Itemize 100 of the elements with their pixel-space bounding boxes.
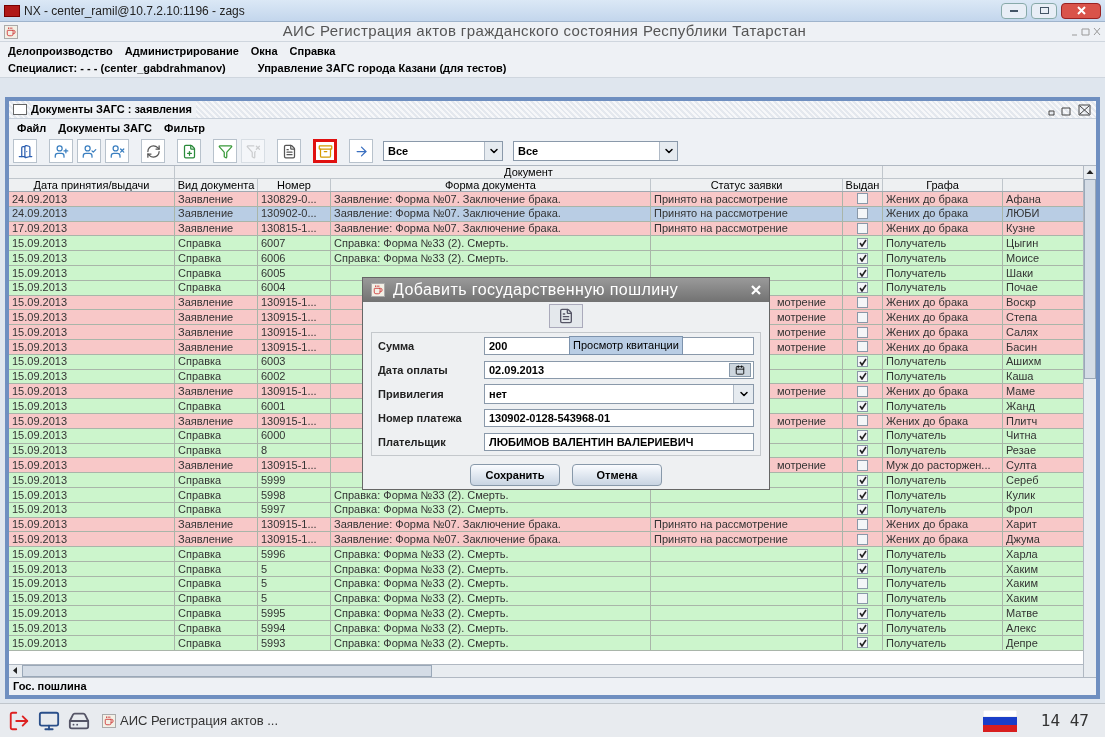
table-cell: Получатель: [883, 591, 1003, 606]
table-cell: Заявление: [175, 325, 258, 339]
table-cell: Принято на рассмотрение: [651, 532, 843, 547]
table-cell: Справка: [175, 428, 258, 443]
table-cell: Жених до брака: [883, 206, 1003, 221]
table-cell: 15.09.2013: [9, 591, 175, 606]
table-cell-text: ЛЮБИ: [1005, 206, 1041, 221]
table-cell: 15.09.2013: [9, 428, 175, 443]
table-cell: 6002: [258, 369, 331, 384]
table-cell: Жених до брака: [883, 295, 1003, 310]
table-cell-text: Маме: [1005, 384, 1037, 399]
table-cell: 24.09.2013: [9, 192, 175, 206]
table-cell: Получатель: [883, 266, 1003, 280]
table-cell: Получатель: [883, 547, 1003, 561]
table-cell: 130915-1...: [258, 532, 331, 547]
table-cell: Заявление: Форма №07. Заключение брака.: [331, 192, 651, 206]
field-label: Дата оплаты: [378, 362, 449, 378]
table-cell: Заявление: [175, 517, 258, 532]
table-cell: Муж до расторжен...: [883, 458, 1003, 473]
app-title: АИС Регистрация актов гражданского состояния Республики Татарстан: [281, 21, 808, 42]
table-cell: Справка: [175, 280, 258, 295]
table-cell: 15.09.2013: [9, 266, 175, 280]
table-cell: Справка: [175, 473, 258, 487]
table-cell: 130915-1...: [258, 384, 331, 399]
table-cell: Получатель: [883, 443, 1003, 458]
table-cell: Принято на рассмотрение: [651, 206, 843, 221]
table-cell: Заявление: Форма №07. Заключение брака.: [331, 532, 651, 547]
table-cell-text: Хаким: [1005, 591, 1039, 606]
table-cell: 15.09.2013: [9, 606, 175, 621]
table-cell-text: Алекс: [1005, 621, 1038, 635]
table-cell-text: Джума: [1005, 532, 1041, 547]
table-cell: 6003: [258, 354, 331, 369]
table-cell-text: Харла: [1005, 547, 1039, 561]
table-cell: 5998: [258, 487, 331, 502]
table-cell: Принято на рассмотрение: [651, 517, 843, 532]
table-cell: Справка: Форма №33 (2). Смерть.: [331, 251, 651, 265]
table-cell-text: Афана: [1005, 192, 1042, 206]
table-cell: 6007: [258, 236, 331, 251]
table-cell: Заявление: Форма №07. Заключение брака.: [331, 206, 651, 221]
table-cell: Жених до брака: [883, 532, 1003, 547]
table-cell: Справка: [175, 606, 258, 621]
table-cell: 6001: [258, 399, 331, 413]
table-cell: Справка: [175, 399, 258, 413]
column-group-header: Документ: [175, 166, 883, 178]
table-cell: Заявление: [175, 206, 258, 221]
table-cell: 6005: [258, 266, 331, 280]
table-cell: Получатель: [883, 621, 1003, 635]
table-cell: 15.09.2013: [9, 354, 175, 369]
table-cell: 6000: [258, 428, 331, 443]
table-cell: 15.09.2013: [9, 487, 175, 502]
table-cell: 15.09.2013: [9, 295, 175, 310]
table-cell: 15.09.2013: [9, 339, 175, 354]
table-cell: Заявление: [175, 339, 258, 354]
field-label: Номер платежа: [378, 410, 463, 426]
table-cell: Справка: Форма №33 (2). Смерть.: [331, 621, 651, 635]
table-cell: 130915-1...: [258, 295, 331, 310]
table-cell: Жених до брака: [883, 192, 1003, 206]
table-cell-text: Кулик: [1005, 487, 1037, 502]
table-cell: Справка: [175, 236, 258, 251]
table-cell: 130915-1...: [258, 325, 331, 339]
table-cell-text: Цыгин: [1005, 236, 1040, 251]
table-cell: Жених до брака: [883, 310, 1003, 325]
table-cell: Справка: [175, 591, 258, 606]
table-cell: 8: [258, 443, 331, 458]
table-cell: Получатель: [883, 369, 1003, 384]
table-cell: 15.09.2013: [9, 251, 175, 265]
table-cell: Жених до брака: [883, 384, 1003, 399]
frame-title: Документы ЗАГС : заявления: [31, 101, 196, 118]
table-cell: 5999: [258, 473, 331, 487]
table-cell: 15.09.2013: [9, 369, 175, 384]
table-cell: 130815-1...: [258, 221, 331, 236]
table-cell: Заявление: [175, 384, 258, 399]
table-cell: Справка: [175, 443, 258, 458]
table-cell: Справка: [175, 547, 258, 561]
table-cell: Получатель: [883, 635, 1003, 650]
table-cell-text: Шаки: [1005, 266, 1035, 280]
table-cell: 5: [258, 591, 331, 606]
status-text: Гос. пошлина: [13, 679, 87, 695]
table-cell: Справка: Форма №33 (2). Смерть.: [331, 635, 651, 650]
table-cell: 15.09.2013: [9, 576, 175, 591]
table-cell: Получатель: [883, 236, 1003, 251]
table-cell: 17.09.2013: [9, 221, 175, 236]
table-cell-text: Матве: [1005, 606, 1040, 621]
table-cell-text: Харит: [1005, 517, 1038, 532]
table-cell: Справка: [175, 635, 258, 650]
table-cell: Принято на рассмотрение: [651, 221, 843, 236]
table-cell: 15.09.2013: [9, 532, 175, 547]
table-cell: Получатель: [883, 428, 1003, 443]
table-cell: Справка: [175, 561, 258, 576]
table-cell-text: Резае: [1005, 443, 1037, 458]
table-cell: Справка: Форма №33 (2). Смерть.: [331, 591, 651, 606]
table-cell: Получатель: [883, 487, 1003, 502]
table-cell: Справка: Форма №33 (2). Смерть.: [331, 606, 651, 621]
table-cell: 5995: [258, 606, 331, 621]
table-cell: Принято на рассмотрение: [651, 192, 843, 206]
table-cell: Заявление: [175, 310, 258, 325]
table-cell: Справка: [175, 369, 258, 384]
table-cell: 5996: [258, 547, 331, 561]
table-cell: 15.09.2013: [9, 502, 175, 517]
table-cell-text: Султа: [1005, 458, 1038, 473]
